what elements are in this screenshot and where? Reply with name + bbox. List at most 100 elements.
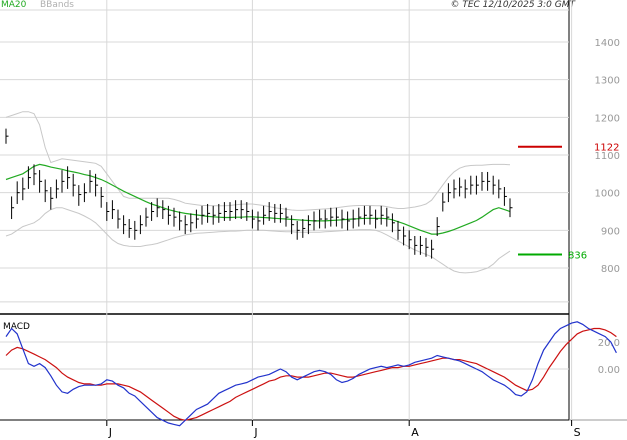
price-bar bbox=[464, 179, 468, 199]
price-bar bbox=[78, 185, 82, 206]
support-label: 836 bbox=[568, 250, 587, 261]
month-label: J bbox=[253, 426, 257, 439]
price-bar bbox=[274, 203, 278, 223]
price-bar bbox=[341, 209, 345, 229]
price-bar bbox=[431, 239, 435, 259]
month-label: A bbox=[411, 426, 419, 439]
macd-line bbox=[5, 321, 617, 427]
price-bar bbox=[380, 205, 384, 225]
chart-page: MA20 BBands © TEC 12/10/2025 3:0 GMT MAC… bbox=[0, 0, 627, 440]
price-bar bbox=[475, 175, 479, 195]
price-bar bbox=[106, 202, 110, 221]
price-bar bbox=[263, 205, 267, 225]
price-bar bbox=[246, 202, 250, 221]
month-label: S bbox=[574, 426, 581, 439]
price-bar bbox=[67, 166, 71, 189]
price-tick-label: 1400 bbox=[595, 38, 620, 49]
price-bar bbox=[50, 187, 54, 210]
price-bar bbox=[503, 187, 507, 206]
price-bar bbox=[307, 215, 311, 235]
price-bar bbox=[408, 230, 412, 250]
price-bar bbox=[447, 183, 451, 203]
price-bar bbox=[375, 209, 379, 229]
price-bar bbox=[397, 220, 401, 240]
price-bar bbox=[33, 164, 37, 186]
price-bar bbox=[139, 215, 143, 235]
price-bar bbox=[319, 209, 323, 229]
price-bar bbox=[61, 170, 65, 193]
price-bar bbox=[335, 207, 339, 227]
price-bar bbox=[156, 198, 160, 218]
price-bar bbox=[459, 177, 463, 197]
price-bar bbox=[167, 205, 171, 225]
price-bar bbox=[55, 179, 59, 199]
price-bar bbox=[487, 171, 491, 191]
price-bar bbox=[291, 215, 295, 235]
price-bar bbox=[257, 211, 261, 231]
price-bar bbox=[414, 235, 418, 255]
price-bar bbox=[16, 181, 20, 204]
price-bar bbox=[302, 219, 306, 238]
price-bar bbox=[442, 192, 446, 212]
price-bar bbox=[179, 211, 183, 231]
price-bar bbox=[279, 203, 283, 223]
price-bar bbox=[83, 183, 87, 203]
month-label: J bbox=[108, 426, 112, 439]
price-tick-label: 900 bbox=[601, 226, 620, 237]
price-bar bbox=[386, 207, 390, 227]
price-bar bbox=[39, 170, 43, 193]
price-bar bbox=[134, 220, 138, 240]
price-chart-svg: 800900100011001200130014000.0020.0JJASO1… bbox=[0, 0, 627, 439]
price-tick-label: 1000 bbox=[595, 189, 620, 200]
price-bar bbox=[509, 198, 513, 218]
price-bar bbox=[173, 207, 177, 227]
price-bar bbox=[117, 209, 121, 229]
price-bar bbox=[358, 207, 362, 227]
price-bar bbox=[453, 179, 457, 199]
price-bar bbox=[470, 175, 474, 195]
price-bar bbox=[391, 213, 395, 233]
price-bar bbox=[128, 219, 132, 238]
price-bar bbox=[11, 196, 15, 220]
price-bar bbox=[296, 220, 300, 240]
price-bar bbox=[195, 209, 199, 229]
price-bar bbox=[218, 203, 222, 223]
price-bar bbox=[481, 171, 485, 191]
price-bar bbox=[492, 175, 496, 195]
price-bar bbox=[347, 211, 351, 231]
price-bar bbox=[123, 215, 127, 235]
price-bar bbox=[313, 211, 317, 231]
price-bar bbox=[111, 200, 115, 220]
price-tick-label: 800 bbox=[601, 264, 620, 275]
price-bar bbox=[251, 209, 255, 229]
price-bar bbox=[184, 215, 188, 235]
price-bar bbox=[201, 205, 205, 225]
price-bar bbox=[324, 209, 328, 229]
price-bar bbox=[425, 237, 429, 257]
macd-tick-label: 0.00 bbox=[598, 365, 620, 376]
price-bar bbox=[212, 205, 216, 225]
price-bar bbox=[145, 207, 149, 227]
price-bar bbox=[22, 177, 26, 201]
price-tick-label: 1200 bbox=[595, 113, 620, 124]
price-bar bbox=[162, 200, 166, 220]
price-bar bbox=[89, 170, 93, 193]
price-bar bbox=[403, 226, 407, 246]
price-bar bbox=[285, 207, 289, 227]
price-bar bbox=[235, 200, 239, 220]
price-bar bbox=[190, 213, 194, 233]
price-bar bbox=[369, 205, 373, 225]
price-bar bbox=[363, 205, 367, 225]
price-bar bbox=[5, 128, 9, 144]
price-bar bbox=[419, 235, 423, 255]
bbands-upper-line bbox=[5, 111, 511, 211]
price-bar bbox=[100, 187, 104, 208]
resistance-label: 1122 bbox=[594, 143, 619, 154]
price-tick-label: 1300 bbox=[595, 76, 620, 87]
price-bar bbox=[240, 200, 244, 220]
price-bar bbox=[330, 207, 334, 227]
price-bar bbox=[352, 209, 356, 229]
price-bar bbox=[207, 203, 211, 223]
price-bar bbox=[498, 179, 502, 199]
price-bar bbox=[44, 179, 48, 203]
